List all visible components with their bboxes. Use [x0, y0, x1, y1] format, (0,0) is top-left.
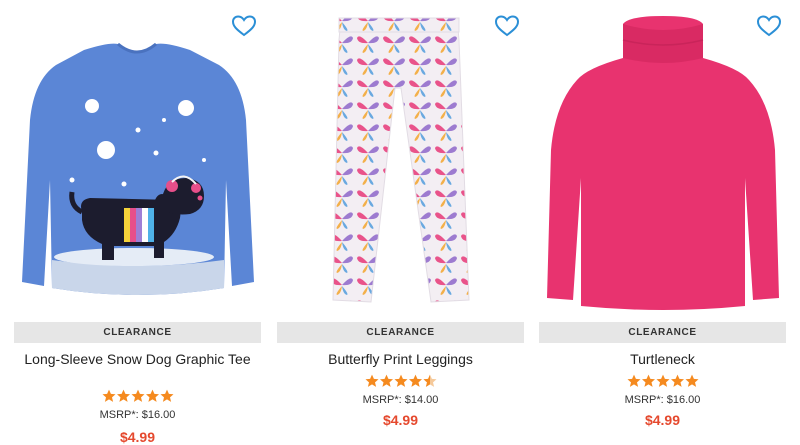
butterfly-leggings-image: [332, 17, 470, 303]
product-image[interactable]: [14, 10, 261, 310]
product-name[interactable]: Butterfly Print Leggings: [287, 351, 514, 368]
product-card[interactable]: CLEARANCE Long-Sleeve Snow Dog Graphic T…: [14, 0, 261, 445]
msrp-price: MSRP*: $14.00: [362, 394, 439, 406]
rating-stars: [277, 374, 524, 390]
favorite-heart-icon[interactable]: [756, 14, 782, 38]
product-grid: CLEARANCE Long-Sleeve Snow Dog Graphic T…: [0, 0, 800, 445]
clearance-badge: CLEARANCE: [277, 322, 524, 343]
star-rating-icon: [102, 389, 173, 402]
rating-stars: [14, 389, 261, 405]
product-name[interactable]: Long-Sleeve Snow Dog Graphic Tee: [24, 351, 251, 368]
product-card[interactable]: CLEARANCE Butterfly Print Leggings MSRP*…: [277, 0, 524, 436]
product-image[interactable]: [277, 10, 524, 310]
star-rating-icon: [627, 374, 698, 387]
product-name[interactable]: Turtleneck: [549, 351, 776, 368]
snow-dog-tee-image: [22, 42, 254, 295]
favorite-heart-icon[interactable]: [494, 14, 520, 38]
sale-price: $4.99: [644, 412, 681, 428]
msrp-price: MSRP*: $16.00: [99, 409, 176, 421]
rating-stars: [539, 374, 786, 390]
favorite-heart-icon[interactable]: [231, 14, 257, 38]
sale-price: $4.99: [119, 429, 156, 445]
star-rating-icon: [365, 374, 436, 387]
clearance-badge: CLEARANCE: [539, 322, 786, 343]
product-card[interactable]: CLEARANCE Turtleneck MSRP*: $16.00 $4.99: [539, 0, 786, 436]
clearance-badge: CLEARANCE: [14, 322, 261, 343]
turtleneck-image: [547, 16, 779, 310]
sale-price: $4.99: [382, 412, 419, 428]
product-image[interactable]: [539, 10, 786, 310]
msrp-price: MSRP*: $16.00: [624, 394, 701, 406]
